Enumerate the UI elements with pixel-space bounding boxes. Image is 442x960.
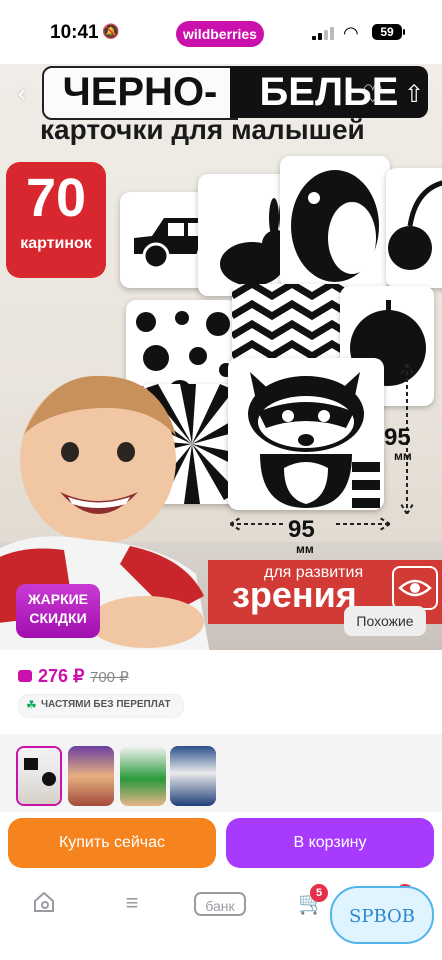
- tab-home[interactable]: [24, 890, 64, 920]
- promo-line-1: ЖАРКИЕ: [27, 591, 89, 607]
- product-image[interactable]: ЧЕРНО- БЕЛЬЕ карточки для малышей 70 кар…: [0, 64, 442, 650]
- tab-bank[interactable]: банк: [194, 892, 246, 916]
- cart-badge: 5: [310, 884, 328, 902]
- back-chevron-icon[interactable]: ‹: [18, 80, 26, 108]
- thumbnail-strip: [0, 734, 442, 812]
- heart-icon[interactable]: ♡: [362, 80, 384, 109]
- card-penguin: [280, 156, 390, 288]
- dimension-horizontal-value: 95: [288, 516, 315, 543]
- buy-now-button[interactable]: Купить сейчас: [8, 818, 216, 868]
- raccoon-icon: [248, 372, 380, 508]
- dimension-vertical-value: 95: [384, 424, 411, 451]
- watermark-logo: SPBOB: [330, 886, 434, 944]
- clover-icon: ☘: [26, 698, 37, 712]
- thumbnail-3[interactable]: [120, 746, 166, 806]
- wallet-icon: [18, 670, 32, 682]
- status-time: 10:41: [50, 22, 99, 43]
- tab-catalog[interactable]: ≡: [112, 890, 152, 920]
- card-raccoon: [228, 358, 384, 510]
- vision-title: зрения: [232, 574, 357, 615]
- count-badge: 70 картинок: [6, 162, 106, 278]
- eye-icon: [392, 566, 438, 610]
- title-right: БЕЛЬЕ: [230, 66, 428, 118]
- home-search-icon: [34, 891, 54, 912]
- battery-icon: 59: [372, 24, 405, 40]
- menu-icon: ≡: [125, 890, 139, 915]
- cherry-icon: [388, 180, 442, 270]
- wifi-icon: ◠: [343, 23, 359, 43]
- status-bar: 10:41 🔕 wildberries ◠ 59: [0, 0, 442, 64]
- title-left: ЧЕРНО-: [42, 66, 238, 120]
- app-pill[interactable]: wildberries: [176, 21, 264, 47]
- card-cherry: [386, 168, 442, 288]
- split-payment-label: ЧАСТЯМИ БЕЗ ПЕРЕПЛАТ: [41, 699, 171, 710]
- promo-line-2: СКИДКИ: [29, 610, 87, 626]
- share-icon[interactable]: ⇧: [404, 80, 424, 109]
- subtitle: карточки для малышей: [40, 114, 365, 145]
- signal-icon: [312, 26, 338, 40]
- penguin-icon: [291, 170, 379, 282]
- add-to-cart-button[interactable]: В корзину: [226, 818, 434, 868]
- similar-button[interactable]: Похожие: [344, 606, 426, 636]
- thumbnail-1[interactable]: [16, 746, 62, 806]
- thumbnail-2[interactable]: [68, 746, 114, 806]
- thumbnail-4[interactable]: [170, 746, 216, 806]
- old-price: 700 ₽: [90, 669, 129, 686]
- dimension-horizontal-unit: мм: [296, 542, 314, 556]
- current-price: 276 ₽: [38, 666, 85, 686]
- count-number: 70: [25, 168, 87, 228]
- dimension-vertical-unit: мм: [394, 449, 412, 463]
- split-payment-badge[interactable]: ☘ ЧАСТЯМИ БЕЗ ПЕРЕПЛАТ: [18, 694, 184, 718]
- hot-sale-badge: ЖАРКИЕ СКИДКИ: [16, 584, 100, 638]
- count-label: картинок: [20, 235, 92, 252]
- mute-icon: 🔕: [102, 23, 120, 39]
